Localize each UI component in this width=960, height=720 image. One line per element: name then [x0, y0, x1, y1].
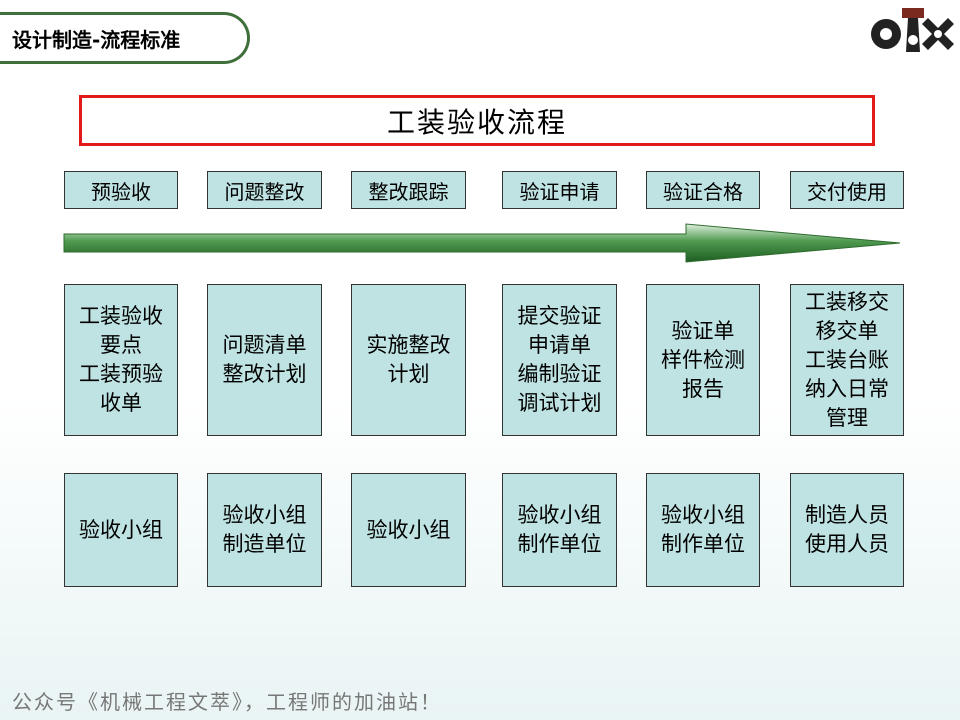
owner-text: 验收小组 [366, 517, 451, 542]
owner-box: 验收小组 制造单位 [207, 473, 322, 587]
owner-text: 验收小组 制造单位 [222, 503, 307, 556]
flow-arrow-icon [63, 223, 901, 263]
footer-caption: 公众号《机械工程文萃》，工程师的加油站！ [12, 690, 442, 714]
detail-box: 提交验证 申请单 编制验证 调试计划 [502, 284, 617, 436]
stage-label: 预验收 [91, 179, 151, 204]
owner-box: 验收小组 [351, 473, 466, 587]
detail-text: 提交验证 申请单 编制验证 调试计划 [517, 304, 602, 415]
flow-title: 工装验收流程 [386, 105, 567, 139]
detail-text: 实施整改 计划 [366, 333, 451, 386]
detail-text: 问题清单 整改计划 [222, 333, 307, 386]
flow-title-box: 工装验收流程 [79, 95, 875, 146]
detail-box: 工装移交 移交单 工装台账 纳入日常 管理 [790, 284, 904, 436]
owner-text: 制造人员 使用人员 [805, 503, 889, 556]
owner-box: 制造人员 使用人员 [790, 473, 904, 587]
stage-label: 交付使用 [807, 179, 887, 204]
stage-box: 预验收 [64, 171, 178, 209]
stage-label: 整改跟踪 [368, 179, 449, 204]
owner-text: 验收小组 [79, 517, 163, 542]
stage-box: 验证合格 [646, 171, 760, 209]
detail-box: 验证单 样件检测 报告 [646, 284, 760, 436]
stage-box: 验证申请 [502, 171, 617, 209]
stage-label: 验证合格 [663, 179, 743, 204]
stage-box: 问题整改 [207, 171, 322, 209]
owner-box: 验收小组 制作单位 [502, 473, 617, 587]
detail-text: 验证单 样件检测 报告 [661, 318, 745, 401]
detail-box: 问题清单 整改计划 [207, 284, 322, 436]
owner-box: 验收小组 制作单位 [646, 473, 760, 587]
stage-box: 整改跟踪 [351, 171, 466, 209]
detail-box: 工装验收 要点 工装预验 收单 [64, 284, 178, 436]
stage-label: 问题整改 [224, 179, 305, 204]
page-title: 设计制造-流程标准 [12, 28, 181, 52]
owner-text: 验收小组 制作单位 [661, 503, 745, 556]
detail-text: 工装验收 要点 工装预验 收单 [79, 304, 163, 415]
owner-box: 验收小组 [64, 473, 178, 587]
detail-box: 实施整改 计划 [351, 284, 466, 436]
owner-text: 验收小组 制作单位 [517, 503, 602, 556]
stage-label: 验证申请 [519, 179, 600, 204]
detail-text: 工装移交 移交单 工装台账 纳入日常 管理 [805, 289, 889, 430]
stage-box: 交付使用 [790, 171, 904, 209]
company-logo-icon [871, 8, 954, 52]
